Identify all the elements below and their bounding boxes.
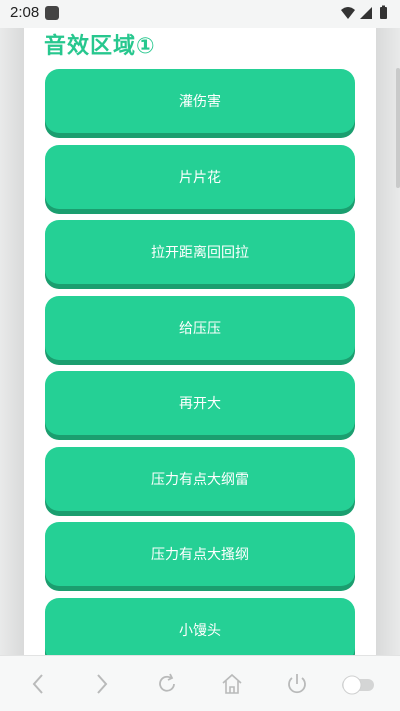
bottom-nav — [0, 655, 400, 711]
back-icon[interactable] — [24, 670, 52, 698]
sound-panel: 音效区域① 灌伤害 片片花 拉开距离回回拉 给压压 再开大 压力有点大纲雷 压力… — [24, 28, 376, 655]
notification-icon — [45, 6, 59, 20]
status-bar: 2:08 — [0, 0, 400, 28]
signal-icon — [360, 7, 372, 19]
sound-button-2[interactable]: 片片花 — [45, 145, 355, 209]
toggle-icon[interactable] — [340, 670, 376, 698]
home-icon[interactable] — [218, 670, 246, 698]
left-margin — [0, 28, 24, 655]
sound-button-6[interactable]: 压力有点大纲雷 — [45, 447, 355, 511]
sound-button-4[interactable]: 给压压 — [45, 296, 355, 360]
status-icons — [340, 5, 390, 21]
battery-icon — [380, 5, 387, 19]
right-margin — [376, 28, 400, 655]
status-time: 2:08 — [10, 4, 40, 21]
sound-button-1[interactable]: 灌伤害 — [45, 69, 355, 133]
sound-button-3[interactable]: 拉开距离回回拉 — [45, 220, 355, 284]
refresh-icon[interactable] — [153, 670, 181, 698]
power-icon[interactable] — [283, 670, 311, 698]
scrollbar[interactable] — [396, 68, 400, 188]
section-title: 音效区域① — [44, 34, 156, 59]
wifi-icon — [341, 7, 355, 19]
sound-button-5[interactable]: 再开大 — [45, 371, 355, 435]
forward-icon[interactable] — [88, 670, 116, 698]
sound-button-7[interactable]: 压力有点大搔纲 — [45, 522, 355, 586]
sound-button-8[interactable]: 小馒头 — [45, 598, 355, 655]
